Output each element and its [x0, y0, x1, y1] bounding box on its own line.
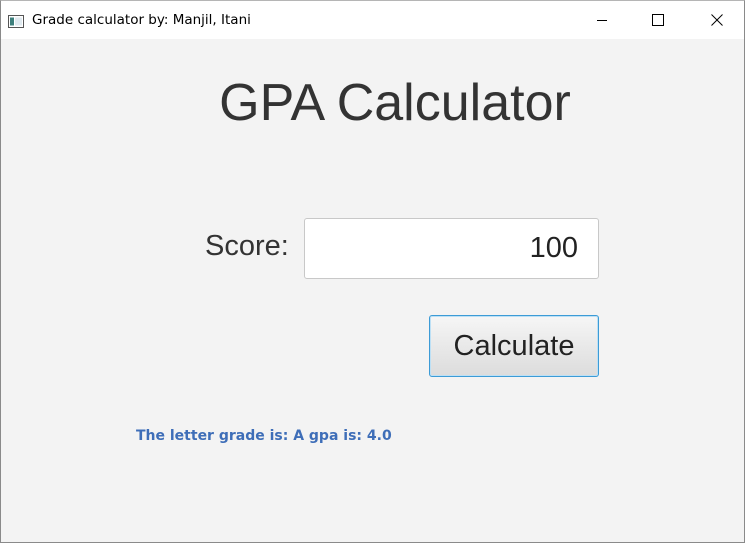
main-content: GPA Calculator Score: Calculate The lett… — [1, 39, 744, 542]
java-app-icon — [8, 13, 24, 28]
maximize-button[interactable] — [635, 1, 681, 39]
close-icon — [711, 11, 723, 30]
minimize-icon — [596, 11, 608, 30]
page-title: GPA Calculator — [219, 74, 571, 132]
title-bar[interactable]: Grade calculator by: Manjil, Itani — [1, 1, 744, 39]
result-text: The letter grade is: A gpa is: 4.0 — [136, 428, 392, 444]
close-button[interactable] — [694, 1, 740, 39]
maximize-icon — [652, 11, 664, 30]
window-title: Grade calculator by: Manjil, Itani — [32, 12, 251, 28]
calculate-button[interactable]: Calculate — [429, 315, 599, 377]
minimize-button[interactable] — [579, 1, 625, 39]
score-input[interactable] — [304, 218, 599, 279]
score-label: Score: — [205, 230, 289, 262]
app-window: Grade calculator by: Manjil, Itani GPA C… — [0, 0, 745, 543]
